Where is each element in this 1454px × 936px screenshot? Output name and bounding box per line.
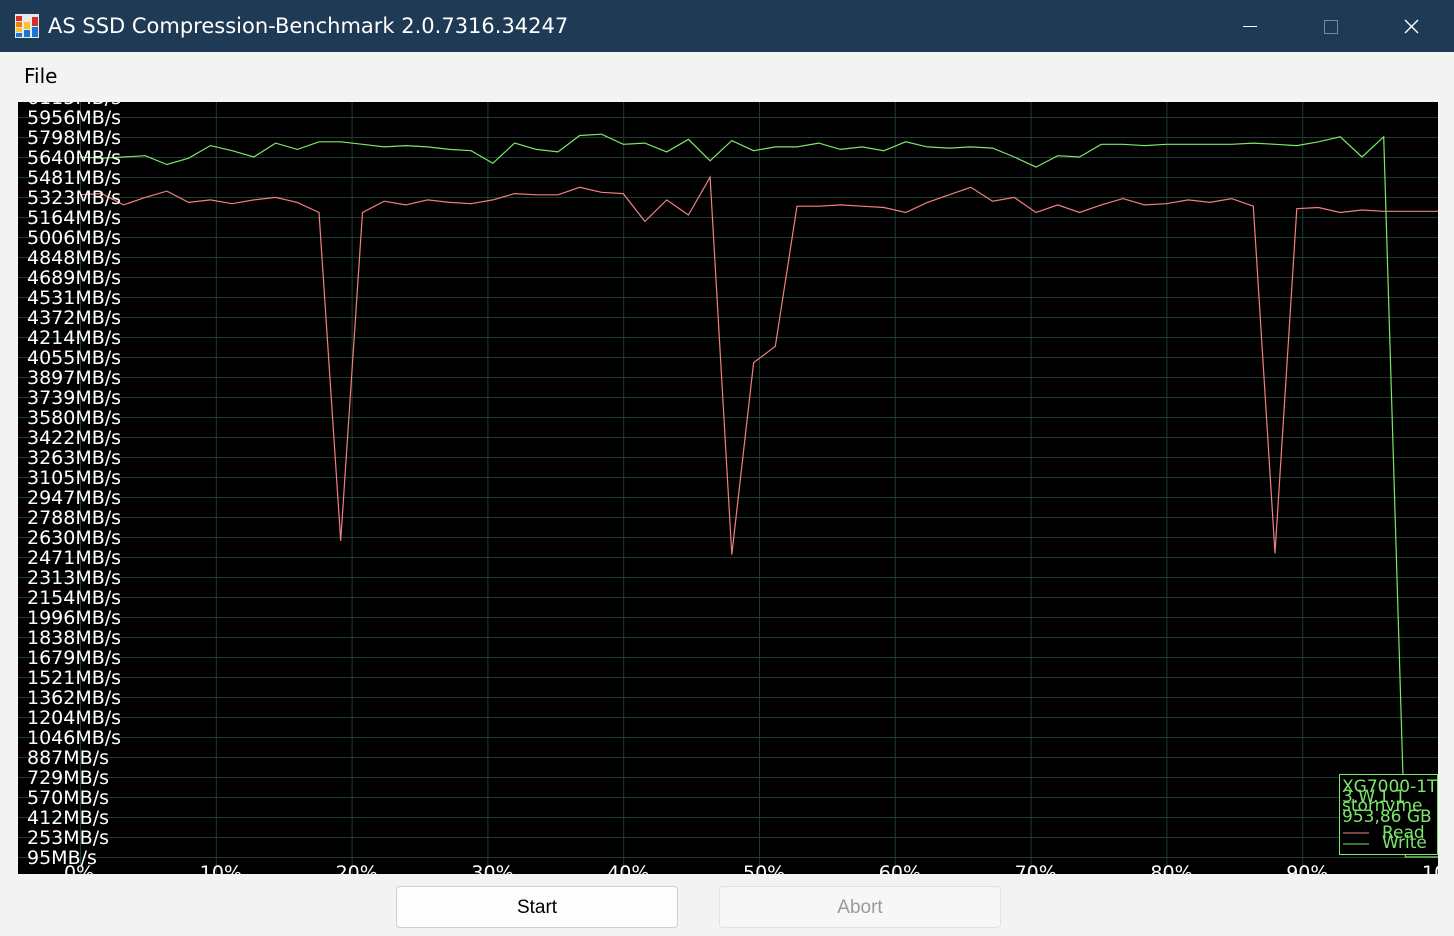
y-tick-label: 2471MB/s <box>27 547 121 569</box>
x-tick-label: 50% <box>743 862 785 874</box>
y-tick-label: 5956MB/s <box>27 107 121 129</box>
x-tick-label: 80% <box>1150 862 1192 874</box>
x-tick-label: 100% <box>1422 862 1438 874</box>
maximize-button[interactable] <box>1290 0 1370 52</box>
menu-bar: File <box>0 52 1454 96</box>
y-tick-label: 1204MB/s <box>27 707 121 729</box>
y-tick-label: 5323MB/s <box>27 187 121 209</box>
maximize-icon <box>1324 20 1338 34</box>
legend-write-label: Write <box>1382 833 1427 853</box>
y-tick-label: 1679MB/s <box>27 647 121 669</box>
start-button[interactable]: Start <box>396 886 678 928</box>
y-tick-label: 5164MB/s <box>27 207 121 229</box>
y-tick-label: 3263MB/s <box>27 447 121 469</box>
y-tick-label: 729MB/s <box>27 767 109 789</box>
close-icon <box>1404 19 1419 34</box>
y-tick-label: 1362MB/s <box>27 687 121 709</box>
start-button-label: Start <box>516 897 558 918</box>
menu-file[interactable]: File <box>24 64 57 88</box>
y-tick-label: 4214MB/s <box>27 327 121 349</box>
y-tick-label: 3422MB/s <box>27 427 121 449</box>
y-tick-label: 5481MB/s <box>27 167 121 189</box>
app-icon <box>15 14 39 38</box>
x-tick-label: 60% <box>879 862 921 874</box>
y-tick-label: 5006MB/s <box>27 227 121 249</box>
y-tick-label: 4848MB/s <box>27 247 121 269</box>
x-tick-label: 90% <box>1286 862 1328 874</box>
y-tick-label: 2313MB/s <box>27 567 121 589</box>
y-tick-label: 1838MB/s <box>27 627 121 649</box>
y-tick-label: 5798MB/s <box>27 127 121 149</box>
y-tick-label: 412MB/s <box>27 807 109 829</box>
x-tick-label: 20% <box>336 862 378 874</box>
y-tick-label: 4531MB/s <box>27 287 121 309</box>
abort-button-label: Abort <box>837 897 883 918</box>
y-tick-label: 4055MB/s <box>27 347 121 369</box>
x-tick-label: 0% <box>64 862 94 874</box>
chart-svg: 6115MB/s5956MB/s5798MB/s5640MB/s5481MB/s… <box>18 102 1438 874</box>
benchmark-chart: 6115MB/s5956MB/s5798MB/s5640MB/s5481MB/s… <box>18 102 1438 874</box>
minimize-icon <box>1243 26 1257 27</box>
x-tick-label: 40% <box>607 862 649 874</box>
y-tick-label: 253MB/s <box>27 827 109 849</box>
y-tick-label: 887MB/s <box>27 747 109 769</box>
close-button[interactable] <box>1372 0 1452 52</box>
y-tick-label: 2947MB/s <box>27 487 121 509</box>
y-tick-label: 2154MB/s <box>27 587 121 609</box>
x-tick-label: 70% <box>1015 862 1057 874</box>
abort-button[interactable]: Abort <box>719 886 1001 928</box>
y-tick-label: 570MB/s <box>27 787 109 809</box>
minimize-button[interactable] <box>1210 0 1290 52</box>
y-tick-label: 1996MB/s <box>27 607 121 629</box>
y-tick-label: 3897MB/s <box>27 367 121 389</box>
y-tick-label: 2630MB/s <box>27 527 121 549</box>
window-title: AS SSD Compression-Benchmark 2.0.7316.34… <box>48 14 569 38</box>
x-tick-label: 10% <box>200 862 242 874</box>
y-tick-label: 3105MB/s <box>27 467 121 489</box>
y-tick-label: 3739MB/s <box>27 387 121 409</box>
y-tick-label: 1046MB/s <box>27 727 121 749</box>
y-tick-label: 4372MB/s <box>27 307 121 329</box>
y-tick-label: 1521MB/s <box>27 667 121 689</box>
y-tick-label: 3580MB/s <box>27 407 121 429</box>
y-tick-label: 4689MB/s <box>27 267 121 289</box>
x-tick-label: 30% <box>471 862 513 874</box>
y-tick-label: 5640MB/s <box>27 147 121 169</box>
y-tick-label: 2788MB/s <box>27 507 121 529</box>
title-bar: AS SSD Compression-Benchmark 2.0.7316.34… <box>0 0 1454 52</box>
